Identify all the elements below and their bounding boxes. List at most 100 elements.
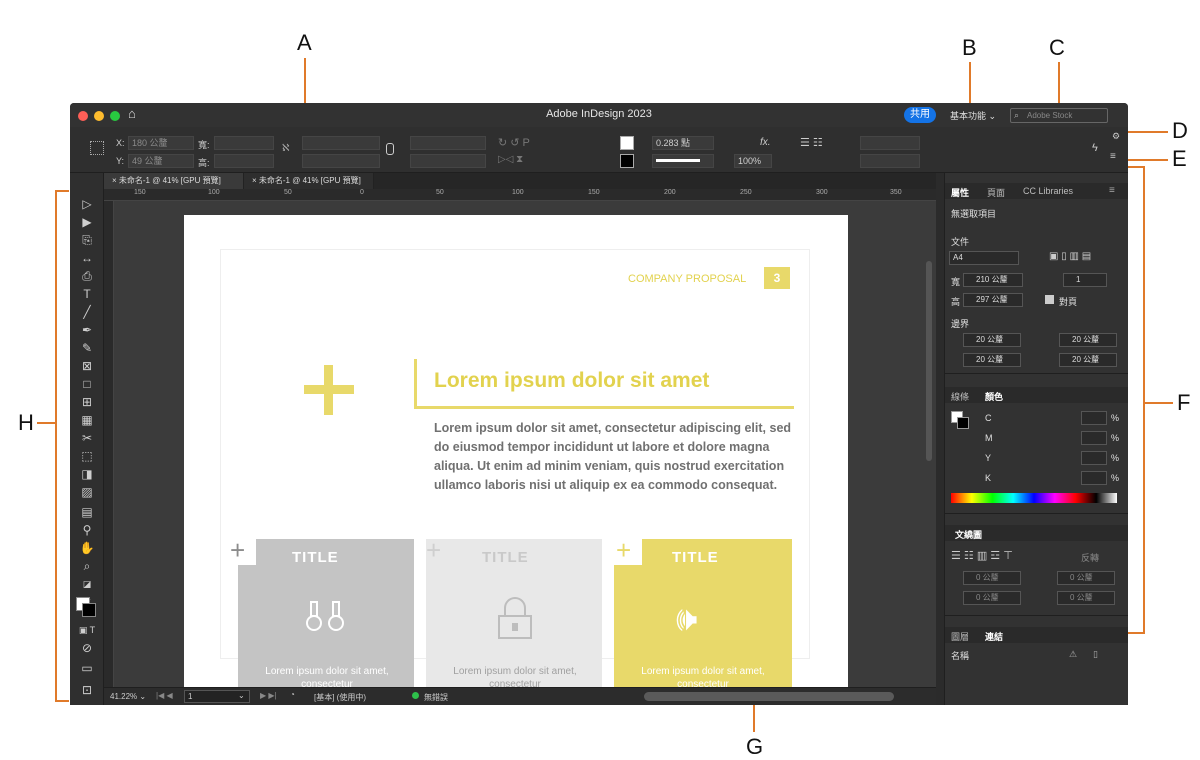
margin-bottom-field[interactable]: 20 公釐: [963, 353, 1021, 367]
document-page[interactable]: COMPANY PROPOSAL 3 Lorem ipsum dolor sit…: [184, 215, 848, 687]
share-button[interactable]: 共用: [904, 107, 936, 123]
type-tool-icon[interactable]: T: [78, 285, 96, 303]
format-text-icon[interactable]: ▣ T: [78, 621, 96, 639]
stroke-swatch[interactable]: [620, 154, 634, 168]
workspace-switcher[interactable]: 基本功能 ⌄: [950, 109, 996, 122]
zoom-level[interactable]: 41.22% ⌄: [110, 692, 146, 701]
first-page-icon[interactable]: |◀ ◀: [156, 691, 173, 700]
gap-tool-icon[interactable]: ↔: [78, 249, 96, 267]
next-page-icon[interactable]: ▶ ▶|: [260, 691, 277, 700]
fx-icon[interactable]: fx.: [760, 137, 771, 148]
height-field[interactable]: 297 公釐: [963, 293, 1023, 307]
page-dropdown-icon[interactable]: ⌄: [238, 691, 245, 700]
horizontal-scrollbar[interactable]: [644, 692, 894, 701]
corner-field[interactable]: [860, 136, 920, 150]
panel-menu-icon[interactable]: ≡: [1110, 151, 1116, 162]
color-fill-stroke-icon[interactable]: [951, 411, 969, 429]
link-icon[interactable]: [386, 143, 394, 155]
shear-field[interactable]: [410, 154, 486, 168]
facing-pages-checkbox[interactable]: [1045, 295, 1054, 304]
wrap-offset-top[interactable]: 0 公釐: [963, 571, 1021, 585]
opacity-field[interactable]: 100%: [734, 154, 772, 168]
width-field[interactable]: 210 公釐: [963, 273, 1023, 287]
yellow-field[interactable]: [1081, 451, 1107, 465]
vertical-scrollbar[interactable]: [926, 261, 932, 461]
constrain-icon[interactable]: ℵ: [282, 143, 289, 154]
wrap-offset-bottom[interactable]: 0 公釐: [963, 591, 1021, 605]
align-icons[interactable]: ☰ ☷: [800, 136, 823, 149]
tab-links[interactable]: 連結: [985, 630, 1003, 643]
style-select[interactable]: [860, 154, 920, 168]
tab-pages[interactable]: 頁面: [987, 186, 1005, 199]
rotate-field[interactable]: [410, 136, 486, 150]
scale-y-field[interactable]: [302, 154, 380, 168]
line-tool-icon[interactable]: ╱: [78, 303, 96, 321]
hand-tool-icon[interactable]: ✋: [78, 539, 96, 557]
tab-color[interactable]: 顏色: [985, 390, 1003, 403]
tab-layers[interactable]: 圖層: [951, 630, 969, 643]
stroke-type-select[interactable]: [652, 154, 714, 168]
page-size-select[interactable]: A4: [949, 251, 1019, 265]
direct-selection-tool-icon[interactable]: ▶: [78, 213, 96, 231]
margin-left-field[interactable]: 20 公釐: [1059, 333, 1117, 347]
apply-none-icon[interactable]: ⊘: [78, 639, 96, 657]
color-spectrum-bar[interactable]: [951, 493, 1117, 503]
pages-field[interactable]: 1: [1063, 273, 1107, 287]
document-canvas[interactable]: COMPANY PROPOSAL 3 Lorem ipsum dolor sit…: [114, 201, 936, 687]
scissors-tool-icon[interactable]: ✂: [78, 429, 96, 447]
page-tool-icon[interactable]: ⎘: [78, 231, 96, 249]
fill-swatch[interactable]: [620, 136, 634, 150]
note-tool-icon[interactable]: ▤: [78, 503, 96, 521]
pen-tool-icon[interactable]: ✒: [78, 321, 96, 339]
margin-right-field[interactable]: 20 公釐: [1059, 353, 1117, 367]
tab-properties[interactable]: 屬性: [951, 186, 969, 199]
x-field[interactable]: 180 公釐: [128, 136, 194, 150]
flip-icons[interactable]: ▷◁ ⧗: [498, 154, 523, 165]
tab-document-1[interactable]: × 未命名-1 @ 41% [GPU 預覽]: [104, 173, 244, 189]
content-collector-icon[interactable]: ⎙: [78, 267, 96, 285]
grid-tool-icon[interactable]: ▦: [78, 411, 96, 429]
y-label: Y:: [116, 156, 125, 166]
h-field[interactable]: [214, 154, 274, 168]
orientation-icons[interactable]: ▣ ▯ ▥ ▤: [1049, 251, 1091, 262]
horizontal-ruler[interactable]: 150 100 50 0 50 100 150 200 250 300 350: [104, 189, 936, 201]
black-field[interactable]: [1081, 471, 1107, 485]
gear-icon[interactable]: ⚙: [1112, 131, 1120, 142]
margin-top-field[interactable]: 20 公釐: [963, 333, 1021, 347]
preflight-status[interactable]: 無錯誤: [424, 692, 448, 703]
reference-point-icon[interactable]: [90, 141, 104, 155]
tab-stroke[interactable]: 線條: [951, 390, 969, 403]
gradient-feather-icon[interactable]: ▨: [78, 483, 96, 501]
table-tool-icon[interactable]: ⊞: [78, 393, 96, 411]
lightning-icon[interactable]: ϟ: [1092, 142, 1098, 154]
adobe-stock-search[interactable]: ⌕ Adobe Stock: [1010, 108, 1108, 123]
screen-mode-icon[interactable]: ▭: [78, 659, 96, 677]
text-wrap-icons[interactable]: ☰ ☷ ▥ ☲ ⊤: [951, 549, 1013, 562]
default-colors-icon[interactable]: ◪ ↺: [78, 575, 96, 607]
selection-tool-icon[interactable]: ▷: [78, 195, 96, 213]
free-transform-tool-icon[interactable]: ⬚: [78, 447, 96, 465]
cyan-field[interactable]: [1081, 411, 1107, 425]
wrap-offset-right[interactable]: 0 公釐: [1057, 591, 1115, 605]
scale-x-field[interactable]: [302, 136, 380, 150]
tab-text-wrap[interactable]: 文繞圖: [955, 528, 982, 541]
tab-document-2[interactable]: × 未命名-1 @ 41% [GPU 預覽]: [244, 173, 374, 189]
rotate-icons[interactable]: ↻ ↺ P: [498, 136, 530, 149]
master-style[interactable]: [基本] (使用中): [314, 692, 366, 703]
zoom-tool-icon[interactable]: ⌕: [78, 557, 96, 575]
gradient-tool-icon[interactable]: ◨: [78, 465, 96, 483]
eyedropper-tool-icon[interactable]: ⚲: [78, 521, 96, 539]
y-field[interactable]: 49 公釐: [128, 154, 194, 168]
magenta-field[interactable]: [1081, 431, 1107, 445]
wrap-offset-left[interactable]: 0 公釐: [1057, 571, 1115, 585]
fill-stroke-swatch-icon[interactable]: [76, 597, 96, 617]
stroke-weight-field[interactable]: 0.283 點: [652, 136, 714, 150]
pencil-tool-icon[interactable]: ✎: [78, 339, 96, 357]
preview-mode-icon[interactable]: ⊡: [78, 681, 96, 699]
rectangle-tool-icon[interactable]: □: [78, 375, 96, 393]
w-field[interactable]: [214, 136, 274, 150]
vertical-ruler[interactable]: [104, 201, 114, 687]
panel-menu-icon[interactable]: ≡: [1109, 185, 1115, 196]
rectangle-frame-tool-icon[interactable]: ⊠: [78, 357, 96, 375]
tab-cc-libraries[interactable]: CC Libraries: [1023, 186, 1073, 196]
